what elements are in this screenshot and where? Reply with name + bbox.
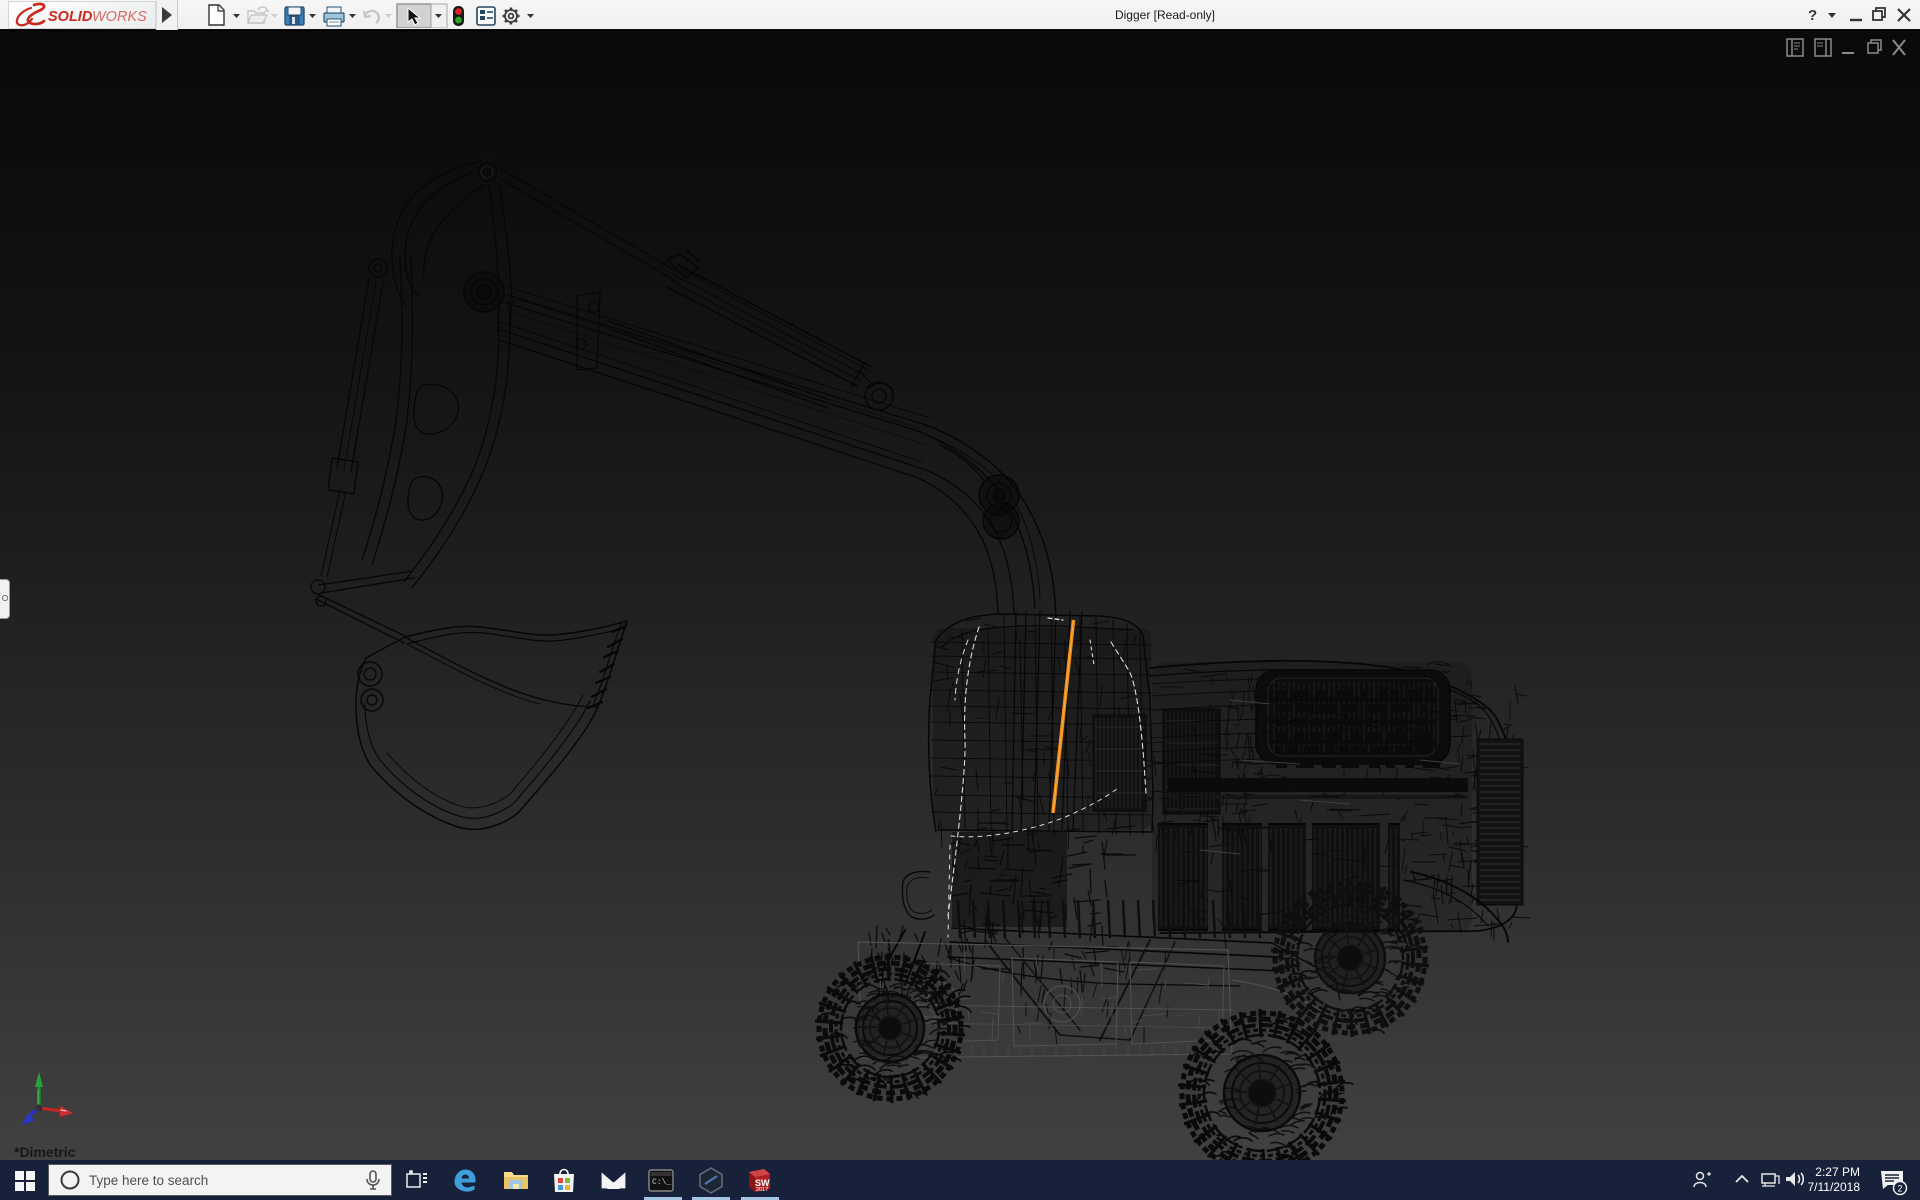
svg-text:2: 2 <box>1898 1184 1903 1194</box>
svg-text:?: ? <box>1808 7 1817 24</box>
svg-text:2017: 2017 <box>756 1187 768 1193</box>
svg-text:SOLID: SOLID <box>48 9 93 25</box>
svg-text:C:\_: C:\_ <box>652 1178 671 1187</box>
svg-text:WORKS: WORKS <box>92 9 147 25</box>
